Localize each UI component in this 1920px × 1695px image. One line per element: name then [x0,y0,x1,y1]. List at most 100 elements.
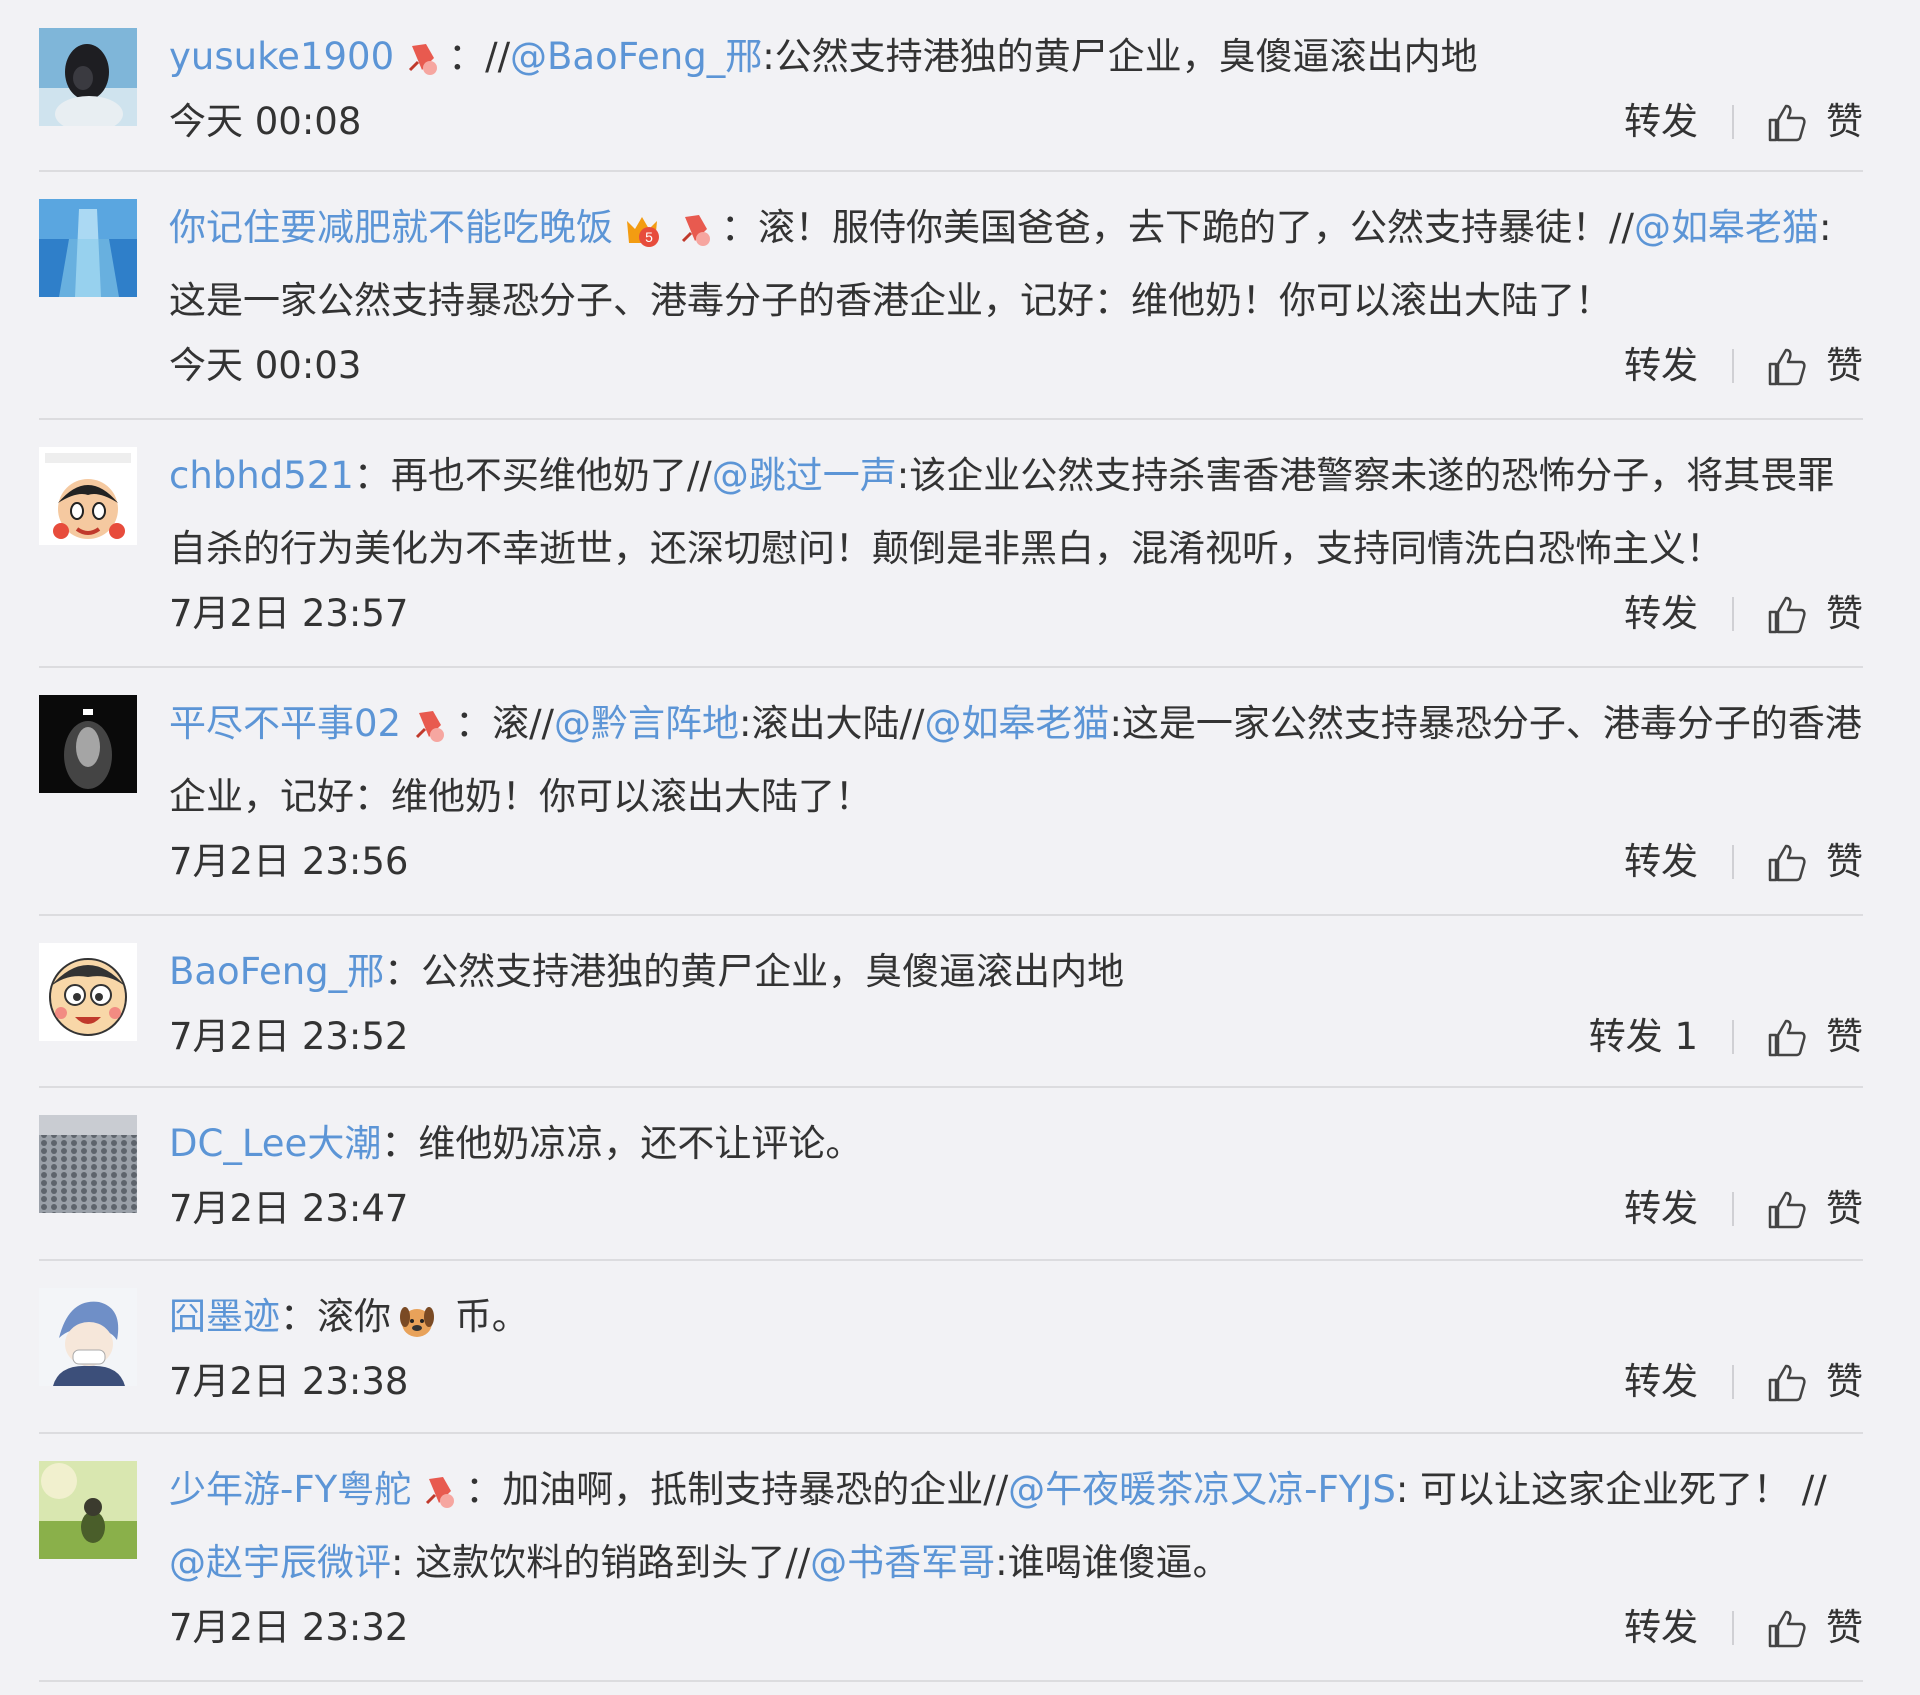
like-label: 赞 [1826,1360,1863,1403]
like-label: 赞 [1826,1187,1863,1230]
repost-button[interactable]: 转发 [1624,1184,1732,1234]
thumbs-up-icon [1764,1360,1808,1404]
vip-level-5-badge-icon[interactable]: 5 [623,211,661,249]
repost-button[interactable]: 转发 [1624,1603,1732,1653]
repost-button[interactable]: 转发 [1624,341,1732,391]
collector-badge-icon[interactable] [421,1473,459,1511]
comment-item: 少年游-FY粤舵 ：加油啊，抵制支持暴恐的企业//@午夜暖茶凉又凉-FYJS: 可… [39,1461,1863,1682]
comment-item: BaoFeng_邢：公然支持港独的黄尸企业，臭傻逼滚出内地 7月2日 23:52… [39,943,1863,1088]
username-link[interactable]: chbhd521 [169,454,354,497]
username-link[interactable]: 囧墨迹 [169,1295,280,1338]
divider [1732,1611,1734,1645]
plain-text: 再也不买维他奶了// [390,454,712,497]
like-button[interactable]: 赞 [1764,837,1863,887]
like-label: 赞 [1826,840,1863,883]
collector-badge-icon[interactable] [404,40,442,78]
separator: ： [280,1295,317,1338]
plain-text: 滚！服侍你美国爸爸，去下跪的了，公然支持暴徒！// [758,206,1634,249]
like-label: 赞 [1826,1015,1863,1058]
thumbs-up-icon [1764,344,1808,388]
avatar[interactable] [39,28,137,126]
separator: ： [381,1122,419,1165]
avatar[interactable] [39,447,137,545]
plain-text: :谁喝谁傻逼。 [995,1541,1230,1584]
repost-button[interactable]: 转发 [1624,1357,1732,1407]
avatar[interactable] [39,1115,137,1213]
like-button[interactable]: 赞 [1764,1603,1863,1653]
comment-item: 你记住要减肥就不能吃晚饭 5 ：滚！服侍你美国爸爸，去下跪的了，公然支持暴徒！//@… [39,199,1863,420]
timestamp: 7月2日 23:38 [169,1360,409,1403]
plain-text: :公然支持港独的黄尸企业，臭傻逼滚出内地 [762,35,1478,78]
comment-item: yusuke1900 ：//@BaoFeng_邢:公然支持港独的黄尸企业，臭傻逼滚… [39,28,1863,172]
plain-text: 滚你 [317,1295,391,1338]
mention-link[interactable]: @黔言阵地 [554,702,739,745]
thumbs-up-icon [1764,592,1808,636]
mention-link[interactable]: @如皋老猫 [924,702,1109,745]
avatar[interactable] [39,1461,137,1559]
mention-link[interactable]: @书香军哥 [810,1541,995,1584]
plain-text: 滚// [492,702,555,745]
thumbs-up-icon [1764,840,1808,884]
like-button[interactable]: 赞 [1764,1357,1863,1407]
username-link[interactable]: 你记住要减肥就不能吃晚饭 [169,206,613,249]
repost-button[interactable]: 转发 [1624,97,1732,147]
comment-item: 平尽不平事02 ：滚//@黔言阵地:滚出大陆//@如皋老猫:这是一家公然支持暴恐分… [39,695,1863,916]
separator: ： [465,1468,503,1511]
mention-link[interactable]: @午夜暖茶凉又凉-FYJS [1008,1468,1396,1511]
like-label: 赞 [1826,100,1863,143]
comment-item: 囧墨迹：滚你 币。 7月2日 23:38 转发 赞 [39,1288,1863,1434]
avatar[interactable] [39,695,137,793]
like-button[interactable]: 赞 [1764,1184,1863,1234]
comment-item: DC_Lee大潮：维他奶凉凉，还不让评论。 7月2日 23:47 转发 赞 [39,1115,1863,1261]
plain-text: 维他奶凉凉，还不让评论。 [418,1122,863,1165]
comment-item: chbhd521：再也不买维他奶了//@跳过一声:该企业公然支持杀害香港警察未遂… [39,447,1863,668]
username-link[interactable]: DC_Lee大潮 [169,1122,381,1165]
divider [1732,105,1734,139]
avatar[interactable] [39,1288,137,1386]
username-link[interactable]: 少年游-FY粤舵 [169,1468,411,1511]
plain-text: // [485,35,511,78]
repost-button[interactable]: 转发 [1624,837,1732,887]
username-link[interactable]: 平尽不平事02 [169,702,401,745]
timestamp: 7月2日 23:32 [169,1606,409,1649]
separator: ： [721,206,758,249]
divider [1732,597,1734,631]
separator: ： [353,454,391,497]
collector-badge-icon[interactable] [677,211,715,249]
plain-text: 加油啊，抵制支持暴恐的企业// [502,1468,1009,1511]
thumbs-up-icon [1764,1187,1808,1231]
mention-link[interactable]: @赵宇辰微评 [169,1541,391,1584]
repost-button[interactable]: 转发 [1624,589,1732,639]
timestamp: 今天 00:03 [169,344,362,387]
like-button[interactable]: 赞 [1764,589,1863,639]
comment-text: DC_Lee大潮：维他奶凉凉，还不让评论。 [169,1107,1863,1180]
svg-text:5: 5 [645,229,653,245]
like-button[interactable]: 赞 [1764,341,1863,391]
repost-button[interactable]: 转发 1 [1589,1012,1732,1062]
collector-badge-icon[interactable] [411,707,449,745]
timestamp: 7月2日 23:56 [169,840,409,883]
separator: ： [384,950,422,993]
like-button[interactable]: 赞 [1764,1012,1863,1062]
comment-text: 平尽不平事02 ：滚//@黔言阵地:滚出大陆//@如皋老猫:这是一家公然支持暴恐分… [169,687,1863,833]
avatar[interactable] [39,199,137,297]
thumbs-up-icon [1764,100,1808,144]
divider [1732,1365,1734,1399]
mention-link[interactable]: @跳过一声 [712,454,897,497]
comment-text: 少年游-FY粤舵 ：加油啊，抵制支持暴恐的企业//@午夜暖茶凉又凉-FYJS: 可… [169,1453,1863,1599]
like-label: 赞 [1826,344,1863,387]
timestamp: 7月2日 23:52 [169,1015,409,1058]
username-link[interactable]: yusuke1900 [169,35,394,78]
thumbs-up-icon [1764,1015,1808,1059]
mention-link[interactable]: @BaoFeng_邢 [510,35,762,78]
divider [1732,845,1734,879]
username-link[interactable]: BaoFeng_邢 [169,950,384,993]
comment-text: chbhd521：再也不买维他奶了//@跳过一声:该企业公然支持杀害香港警察未遂… [169,439,1863,585]
avatar[interactable] [39,943,137,1041]
timestamp: 今天 00:08 [169,100,362,143]
mention-link[interactable]: @如皋老猫 [1634,206,1819,249]
comment-text: 你记住要减肥就不能吃晚饭 5 ：滚！服侍你美国爸爸，去下跪的了，公然支持暴徒！//@… [169,191,1863,337]
like-button[interactable]: 赞 [1764,97,1863,147]
thumbs-up-icon [1764,1606,1808,1650]
plain-text: : 可以让这家企业死了！ // [1395,1468,1827,1511]
